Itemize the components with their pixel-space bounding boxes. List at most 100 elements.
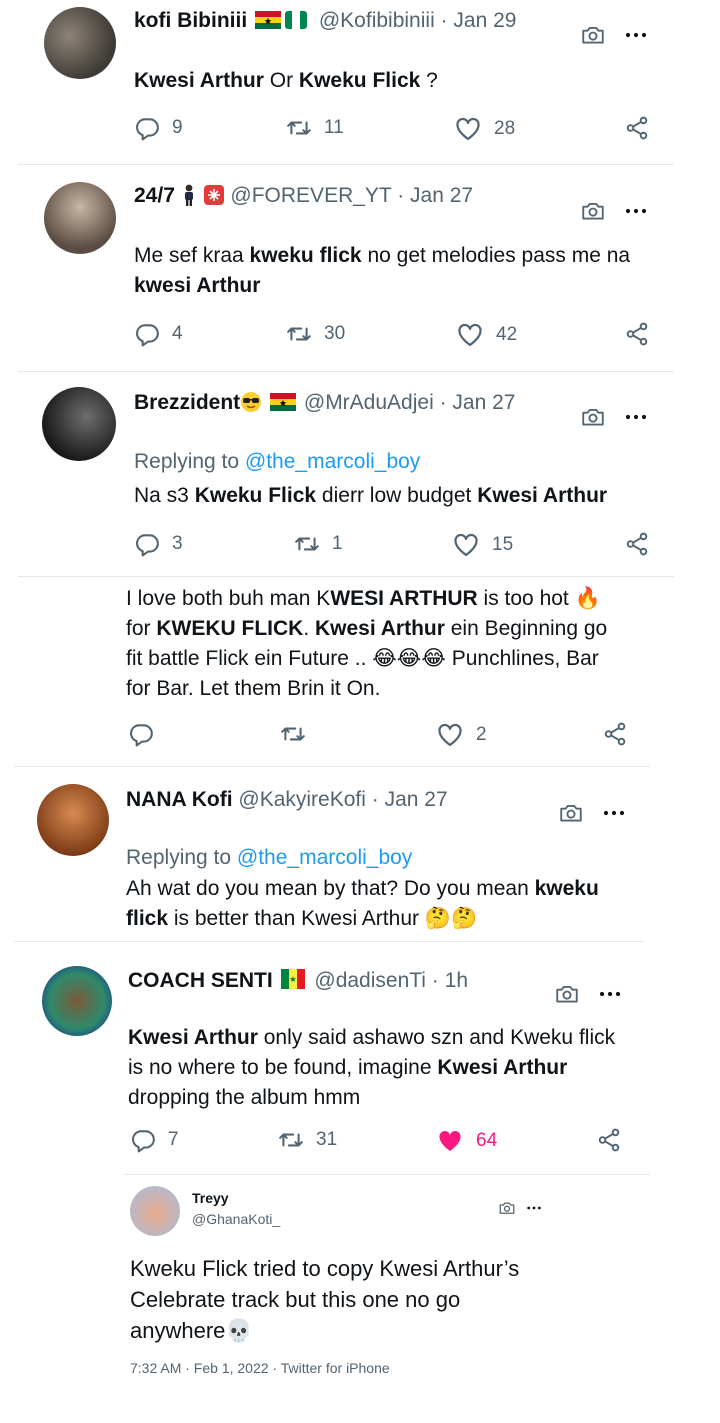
tweet-text: Na s3 Kweku Flick dierr low budget Kwesi… [134,481,694,511]
camera-icon[interactable] [554,981,580,1007]
more-icon[interactable] [526,1200,542,1216]
tweet-text-segment: kweku flick [249,244,362,267]
tweet-text-segment: Or [263,69,299,92]
camera-icon[interactable] [580,404,606,430]
tweet-text-segment: Kweku Flick [194,484,317,507]
avatar[interactable] [130,1186,180,1236]
reply-icon [134,321,160,347]
share-button[interactable] [596,1127,622,1153]
like-button[interactable]: 28 [454,115,515,143]
replying-to-link[interactable]: @the_marcoli_boy [237,846,412,869]
action-bar: 2 [128,721,638,751]
tweet-text: I love both buh man KWESI ARTHUR is too … [126,584,626,704]
reply-icon [130,1127,156,1153]
more-icon[interactable] [624,405,648,429]
tweet-2[interactable]: 24/7 @FOREVER_YT · Jan 27 Me sef kraa kw… [0,165,720,370]
camera-icon[interactable] [498,1199,516,1217]
handle[interactable]: @FOREVER_YT [230,184,391,207]
like-icon-active [436,1127,464,1155]
handle[interactable]: @MrAduAdjei [304,391,434,414]
camera-icon[interactable] [580,198,606,224]
more-icon[interactable] [602,801,626,825]
reply-button[interactable]: 4 [134,321,183,347]
share-button[interactable] [624,531,650,557]
timestamp[interactable]: Jan 27 [385,788,448,811]
share-button[interactable] [624,115,650,141]
handle[interactable]: @Kofibibiniii [319,9,435,32]
avatar[interactable] [37,784,109,856]
reply-count: 4 [172,323,183,344]
like-button[interactable]: 15 [452,531,513,559]
tweet-text-segment: KWEKU FLICK [156,617,304,640]
reply-button[interactable]: 3 [134,531,183,557]
tweet-1[interactable]: kofi Bibiniii @Kofibibiniii · Jan 29 Kwe… [0,0,720,165]
display-name[interactable]: NANA Kofi [126,788,233,811]
avatar[interactable] [44,182,116,254]
tweet-4[interactable]: I love both buh man KWESI ARTHUR is too … [0,577,720,767]
camera-icon[interactable] [558,800,584,826]
timestamp[interactable]: Jan 27 [410,184,473,207]
like-button[interactable]: 42 [456,321,517,349]
separator: · [425,969,445,992]
display-name[interactable]: COACH SENTI [128,969,273,992]
tweet-text-segment: dierr low budget [316,484,478,507]
camera-icon[interactable] [580,22,606,48]
retweet-button[interactable]: 31 [278,1127,337,1153]
tweet-7[interactable]: Treyy @GhanaKoti_ Kweku Flick tried to c… [0,1175,720,1423]
replying-to-link[interactable]: @the_marcoli_boy [245,450,420,473]
tweet-text-segment: is better than Kwesi Arthur 🤔🤔 [168,907,478,930]
avatar[interactable] [42,966,112,1036]
like-button[interactable]: 2 [436,721,487,749]
like-count: 64 [476,1130,498,1151]
retweet-button[interactable]: 30 [286,321,345,347]
more-icon[interactable] [624,23,648,47]
tweet-3[interactable]: Brezzident @MrAduAdjei · Jan 27 Replying… [0,372,720,577]
avatar[interactable] [42,387,116,461]
ghana-flag-icon [255,11,282,29]
retweet-button[interactable] [280,721,306,747]
reply-button[interactable] [128,721,154,747]
share-button[interactable] [602,721,628,747]
replying-prefix: Replying to [134,450,245,473]
retweet-count: 31 [316,1129,338,1150]
handle[interactable]: @KakyireKofi [238,788,366,811]
share-button[interactable] [624,321,650,347]
tweet-6[interactable]: COACH SENTI @dadisenTi · 1h Kwesi Arthur… [0,942,720,1174]
handle[interactable]: @dadisenTi [314,969,426,992]
retweet-button[interactable]: 1 [294,531,343,557]
handle[interactable]: @GhanaKoti_ [192,1211,280,1227]
tweet-text-segment: I love both buh man K [126,587,331,610]
like-count: 2 [476,724,487,745]
retweet-count: 11 [324,117,344,138]
reply-button[interactable]: 7 [130,1127,179,1153]
tweet-text-segment: Me sef kraa [134,244,250,267]
tweet-text-segment: no get melodies pass me na [361,244,631,267]
more-icon[interactable] [624,199,648,223]
display-name[interactable]: kofi Bibiniii [134,9,247,32]
tweet-5[interactable]: NANA Kofi @KakyireKofi · Jan 27 Replying… [0,767,720,942]
reply-count: 9 [172,117,183,138]
sunglasses-emoji-icon [240,391,262,413]
separator: · [365,788,385,811]
timestamp[interactable]: Jan 29 [453,9,516,32]
reply-button[interactable]: 9 [134,115,183,141]
display-name[interactable]: Treyy [192,1190,229,1206]
siren-emoji-icon [203,184,225,206]
avatar[interactable] [44,7,116,79]
like-count: 28 [494,118,516,139]
timestamp[interactable]: 1h [445,969,468,992]
share-icon [602,721,628,747]
tweet-text-segment: Ah wat do you mean by that? Do you mean [126,877,535,900]
retweet-icon [286,321,312,347]
tweet-text: Me sef kraa kweku flick no get melodies … [134,241,654,301]
retweet-icon [294,531,320,557]
tweet-text-segment: dropping the album hmm [128,1086,361,1109]
tweet-text-segment: . [303,617,315,640]
timestamp[interactable]: Jan 27 [452,391,515,414]
display-name[interactable]: Brezzident [134,391,240,414]
retweet-button[interactable]: 11 [286,115,344,141]
more-icon[interactable] [598,982,622,1006]
nigeria-flag-icon [285,11,311,29]
like-button[interactable]: 64 [436,1127,497,1155]
display-name[interactable]: 24/7 [134,184,175,207]
